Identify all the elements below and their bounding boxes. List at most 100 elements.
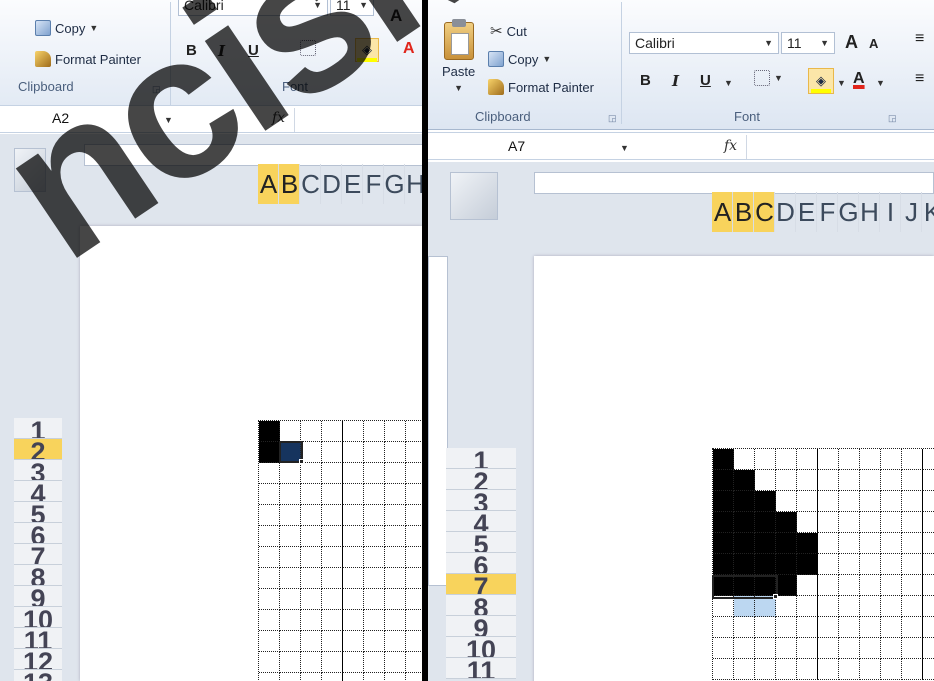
cell[interactable] (734, 491, 755, 512)
cell[interactable] (280, 505, 301, 526)
cell[interactable] (385, 673, 406, 681)
cell[interactable] (860, 659, 881, 680)
cell[interactable] (322, 442, 343, 463)
cell[interactable] (259, 631, 280, 652)
cell[interactable] (713, 533, 734, 554)
dialog-launcher-icon[interactable]: ◲ (888, 113, 897, 124)
row-header-8[interactable]: 8 (446, 595, 516, 616)
cell[interactable] (923, 470, 934, 491)
cell[interactable] (902, 470, 923, 491)
column-header-i[interactable]: I (880, 192, 901, 232)
cell[interactable] (385, 421, 406, 442)
cell[interactable] (839, 617, 860, 638)
cell[interactable] (385, 631, 406, 652)
row-header-9[interactable]: 9 (14, 586, 62, 607)
cell[interactable] (818, 659, 839, 680)
cell[interactable] (797, 575, 818, 596)
column-header-e[interactable]: E (796, 192, 817, 232)
cell[interactable] (406, 673, 422, 681)
column-header-g[interactable]: G (384, 164, 405, 204)
cell[interactable] (881, 491, 902, 512)
cell[interactable] (797, 533, 818, 554)
cell[interactable] (881, 470, 902, 491)
cell[interactable] (406, 463, 422, 484)
paste-button[interactable]: Paste ▼ (442, 19, 475, 93)
formula-input[interactable] (294, 108, 422, 132)
italic-button[interactable]: I (672, 72, 679, 90)
font-color-button[interactable]: A (853, 70, 865, 88)
cell[interactable] (406, 568, 422, 589)
cell[interactable] (259, 463, 280, 484)
cell[interactable] (776, 617, 797, 638)
cell[interactable] (280, 463, 301, 484)
row-header-9[interactable]: 9 (446, 616, 516, 637)
insert-function-icon[interactable]: fx (724, 138, 737, 154)
row-header-10[interactable]: 10 (446, 637, 516, 658)
formula-input[interactable] (746, 135, 934, 159)
cell[interactable] (713, 554, 734, 575)
cell[interactable] (364, 442, 385, 463)
cell[interactable] (322, 631, 343, 652)
cell[interactable] (818, 617, 839, 638)
italic-button[interactable]: I (218, 42, 225, 60)
cell[interactable] (881, 512, 902, 533)
cell[interactable] (322, 484, 343, 505)
row-header-1[interactable]: 1 (446, 448, 516, 469)
dropdown-icon[interactable]: ▼ (876, 78, 885, 88)
fill-handle[interactable] (299, 459, 304, 464)
cell[interactable] (259, 673, 280, 681)
cell[interactable] (776, 554, 797, 575)
cell[interactable] (301, 442, 322, 463)
column-header-d[interactable]: D (321, 164, 342, 204)
column-header-c[interactable]: C (300, 164, 321, 204)
cell[interactable] (902, 659, 923, 680)
cell[interactable] (860, 575, 881, 596)
font-color-button[interactable]: A (403, 40, 415, 58)
cell[interactable] (734, 470, 755, 491)
cell[interactable] (923, 512, 934, 533)
cell[interactable] (881, 638, 902, 659)
cell[interactable] (923, 491, 934, 512)
cell[interactable] (259, 547, 280, 568)
cell[interactable] (343, 484, 364, 505)
row-header-13[interactable]: 13 (14, 670, 62, 681)
cell[interactable] (797, 554, 818, 575)
cell[interactable] (776, 638, 797, 659)
cell[interactable] (343, 568, 364, 589)
column-header-j[interactable]: J (901, 192, 922, 232)
cell[interactable] (385, 568, 406, 589)
cell[interactable] (364, 631, 385, 652)
cell[interactable] (364, 673, 385, 681)
cell[interactable] (881, 533, 902, 554)
cell[interactable] (343, 652, 364, 673)
cell[interactable] (364, 463, 385, 484)
cell[interactable] (902, 491, 923, 512)
cell[interactable] (902, 554, 923, 575)
borders-button[interactable]: ▼ (754, 70, 783, 86)
fill-handle[interactable] (773, 594, 778, 599)
cell[interactable] (322, 673, 343, 681)
cell[interactable] (755, 533, 776, 554)
cell[interactable] (301, 610, 322, 631)
cell[interactable] (343, 631, 364, 652)
cell[interactable] (406, 610, 422, 631)
cell[interactable] (776, 470, 797, 491)
cell[interactable] (364, 589, 385, 610)
underline-button[interactable]: U (248, 42, 259, 59)
cell-grid[interactable] (712, 448, 934, 680)
cell[interactable] (776, 491, 797, 512)
cell[interactable] (322, 421, 343, 442)
row-header-6[interactable]: 6 (14, 523, 62, 544)
format-painter-button[interactable]: Format Painter (35, 51, 141, 67)
cell[interactable] (797, 638, 818, 659)
row-header-2[interactable]: 2 (446, 469, 516, 490)
cell[interactable] (385, 484, 406, 505)
cell[interactable] (301, 652, 322, 673)
cell[interactable] (755, 512, 776, 533)
row-header-1[interactable]: 1 (14, 418, 62, 439)
cell[interactable] (860, 449, 881, 470)
column-header-b[interactable]: B (279, 164, 300, 204)
row-header-8[interactable]: 8 (14, 565, 62, 586)
column-header-a[interactable]: A (258, 164, 279, 204)
grow-font-button[interactable]: A (390, 6, 402, 26)
